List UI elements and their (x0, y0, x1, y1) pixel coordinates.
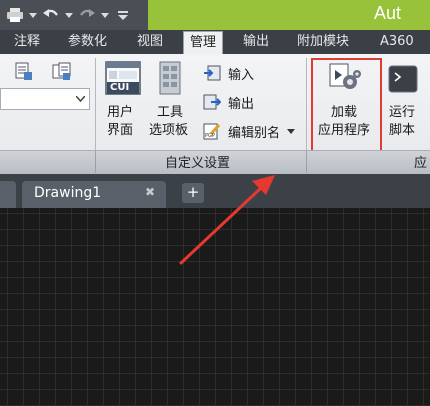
export-label: 输出 (228, 96, 255, 112)
quick-access-toolbar (0, 0, 134, 30)
panelbar-separator-2 (306, 151, 307, 173)
edit-aliases-dropdown-icon[interactable] (287, 128, 296, 134)
user-interface-label-line1[interactable]: 用户 (107, 104, 133, 121)
close-icon[interactable]: ✖ (145, 185, 155, 199)
tab-output[interactable]: 输出 (243, 30, 269, 54)
undo-dropdown-icon[interactable] (64, 4, 74, 26)
print-icon[interactable] (4, 4, 26, 26)
edit-aliases-button[interactable]: PGP 编辑别名 (202, 120, 296, 142)
run-script-label-line1[interactable]: 运行 (389, 104, 415, 121)
ribbon-tab-bar: 注释 参数化 视图 管理 输出 附加模块 A360 (0, 30, 430, 55)
applications-panel-title[interactable]: 应 (414, 152, 427, 171)
ribbon-combo-box[interactable] (0, 88, 90, 110)
tab-manage[interactable]: 管理 (183, 31, 224, 55)
panelbar-separator (95, 151, 96, 173)
drawing-canvas[interactable] (0, 208, 430, 406)
cui-badge: CUI (110, 82, 130, 93)
redo-icon[interactable] (76, 4, 98, 26)
title-bar: Aut (0, 0, 430, 30)
run-script-icon[interactable] (388, 64, 418, 94)
svg-text:PGP: PGP (205, 133, 215, 139)
undo-icon[interactable] (40, 4, 62, 26)
tab-a360[interactable]: A360 (380, 30, 414, 54)
run-script-label-line2[interactable]: 脚本 (389, 122, 415, 139)
edit-aliases-label: 编辑别名 (228, 125, 281, 141)
tab-annotate[interactable]: 注释 (14, 30, 40, 54)
cui-icon[interactable]: CUI (105, 60, 141, 96)
import-label: 输入 (228, 67, 255, 83)
import-icon (202, 63, 222, 83)
import-button[interactable]: 输入 (202, 62, 254, 84)
new-tab-button[interactable]: + (182, 183, 204, 203)
tool-palettes-icon[interactable] (156, 60, 184, 96)
tool-palettes-label-line2[interactable]: 选项板 (149, 122, 188, 139)
export-icon (202, 92, 222, 112)
sheet-set-icon[interactable] (52, 62, 72, 82)
pgp-icon: PGP (202, 121, 222, 141)
export-button[interactable]: 输出 (202, 91, 254, 113)
window-title: Aut (374, 3, 402, 23)
file-tab-left[interactable] (0, 181, 16, 208)
attribute-manager-icon[interactable] (14, 62, 34, 82)
panel-separator-2 (306, 58, 307, 150)
redo-dropdown-icon[interactable] (100, 4, 110, 26)
print-dropdown-icon[interactable] (28, 4, 38, 26)
panel-separator (95, 58, 96, 150)
tab-addins[interactable]: 附加模块 (297, 30, 349, 54)
chevron-down-icon (76, 96, 85, 102)
customization-panel-title[interactable]: 自定义设置 (165, 152, 230, 171)
tool-palettes-label-line1[interactable]: 工具 (157, 104, 183, 121)
tab-parametric[interactable]: 参数化 (68, 30, 107, 54)
tab-view[interactable]: 视图 (137, 30, 163, 54)
file-tab-label[interactable]: Drawing1 (34, 185, 101, 201)
highlight-box (311, 58, 382, 158)
user-interface-label-line2[interactable]: 界面 (107, 122, 133, 139)
customize-qat-icon[interactable] (112, 4, 134, 26)
